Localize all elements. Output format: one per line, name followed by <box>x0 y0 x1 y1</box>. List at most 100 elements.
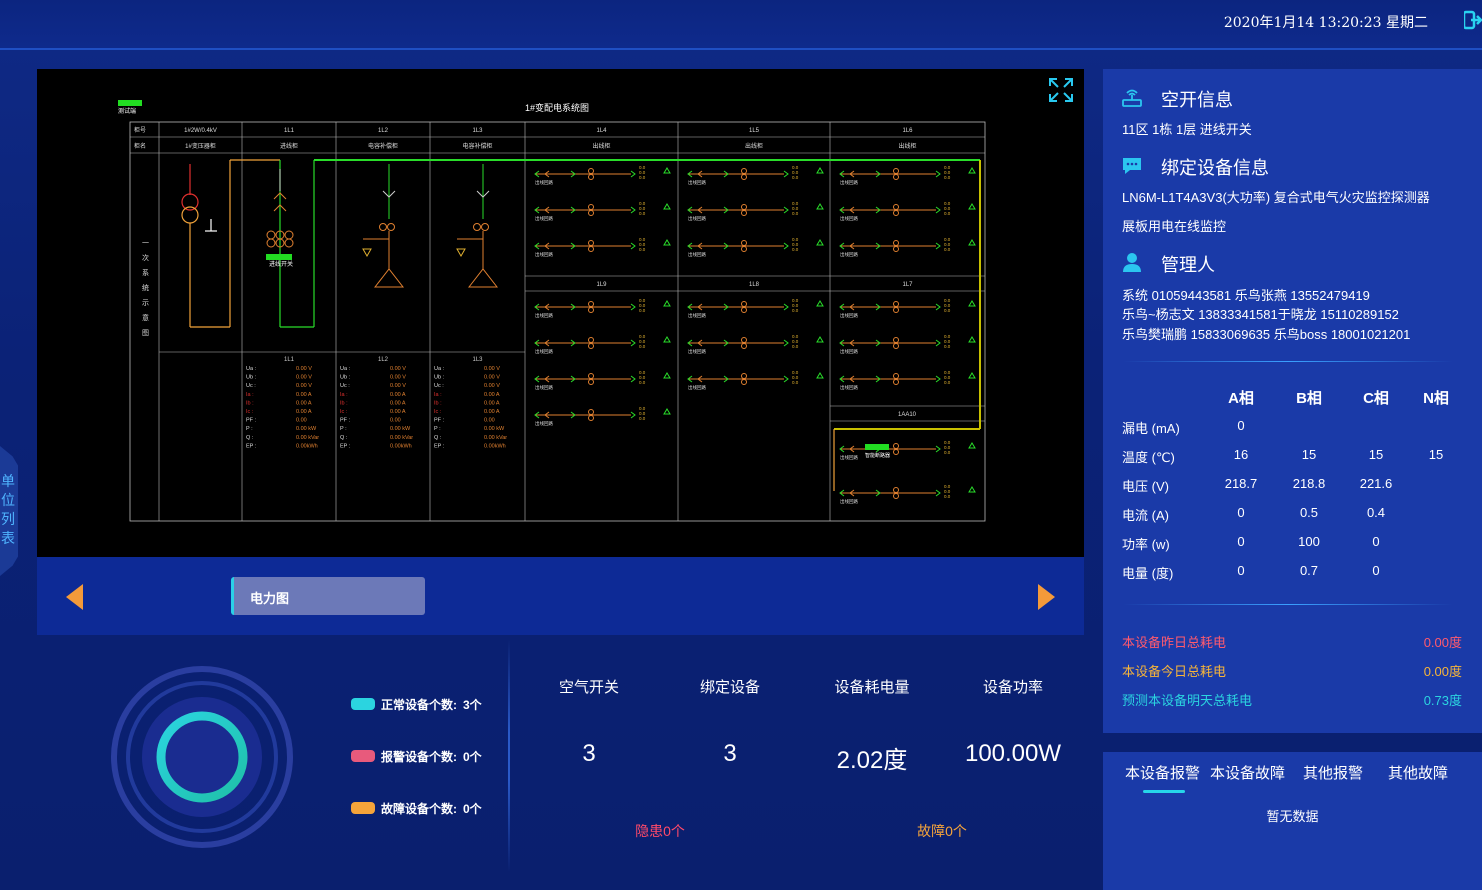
lower-column-number: 1L7 <box>902 282 913 288</box>
phase-cell: 218.7 <box>1224 476 1258 491</box>
legend-label: 故障设备个数: <box>381 801 457 816</box>
phase-cell: 0.7 <box>1299 563 1319 578</box>
column-number: 1L5 <box>749 128 760 134</box>
meter-title: 1L1 <box>284 357 295 363</box>
device-description: 展板用电在线监控 <box>1122 219 1227 234</box>
feeder-circuit: 出线回路0.00.00.0 <box>839 334 976 355</box>
tab-other-fault[interactable]: 其他故障 <box>1388 762 1448 783</box>
meter-row-value: 0.00 A <box>484 392 500 398</box>
feeder-label: 出线回路 <box>840 251 858 258</box>
feeder-label: 出线回路 <box>688 312 706 319</box>
feeder-label: 出线回路 <box>535 420 553 427</box>
unit-list-tab[interactable]: 单位列表 <box>0 446 18 576</box>
feeder-circuit: 出线回路0.00.00.0 <box>687 201 824 222</box>
phase-b-header: B相 <box>1296 390 1322 407</box>
meter-row-label: Ic : <box>340 409 348 415</box>
meter-row-label: Q : <box>434 435 442 441</box>
stat-value: 3 <box>723 740 737 767</box>
power-diagram-panel: 测试端 1#变配电系统图 柜号 柜名 一次系统示意图 1#2W/0.4kV 1#变… <box>37 69 1084 557</box>
meter-row-label: Ib : <box>434 400 442 406</box>
feeder-circuit: 出线回路0.00.00.0 <box>534 406 671 427</box>
logout-icon[interactable] <box>1464 10 1482 30</box>
column-name: 出线柜 <box>898 142 916 150</box>
stat-label: 设备耗电量 <box>834 679 910 696</box>
feeder-value: 0.0 <box>944 344 951 349</box>
phase-cell: 15 <box>1301 447 1317 462</box>
meter-row-label: EP : <box>434 443 445 449</box>
feeder-circuit: 出线回路0.00.00.0 <box>534 165 671 186</box>
meter-row-label: Ua : <box>340 366 351 372</box>
feeder-label: 出线回路 <box>840 215 858 222</box>
phase-cell: 15 <box>1428 447 1444 462</box>
tab-power-diagram[interactable]: 电力图 <box>231 577 425 615</box>
chat-icon <box>1123 158 1141 174</box>
column-number: 1L6 <box>902 128 913 134</box>
meter-row-label: PF : <box>246 418 257 424</box>
feeder-circuit: 出线回路0.00.00.0 <box>839 440 976 461</box>
test-badge-label: 测试端 <box>118 107 136 115</box>
feeder-value: 0.0 <box>944 494 951 499</box>
feeder-value: 0.0 <box>639 344 646 349</box>
lower-column-number: 1L9 <box>596 282 607 288</box>
prev-arrow-icon[interactable] <box>66 584 83 610</box>
column-number: 1L2 <box>378 128 389 134</box>
meter-row-value: 0.00 A <box>296 392 312 398</box>
phase-row-label: 功率 (w) <box>1122 537 1170 552</box>
feeder-value: 0.0 <box>639 416 646 421</box>
meter-row-value: 0.00 A <box>390 409 406 415</box>
feeder-label: 出线回路 <box>840 179 858 186</box>
feeder-circuit: 出线回路0.00.00.0 <box>687 370 824 391</box>
meter-title: 1L3 <box>472 357 483 363</box>
meter-row-value: 0.00 A <box>390 400 406 406</box>
phase-cell: 16 <box>1233 447 1249 462</box>
phase-cell: 0 <box>1237 505 1245 520</box>
column-name: 出线柜 <box>745 142 763 150</box>
legend-swatch <box>351 750 375 762</box>
fullscreen-icon[interactable] <box>1048 77 1074 103</box>
column-name: 电容补偿柜 <box>368 142 398 150</box>
phase-row-label: 温度 (℃) <box>1122 450 1175 465</box>
energy-label: 预测本设备明天总耗电 <box>1122 693 1253 708</box>
meter-row-label: Q : <box>246 435 254 441</box>
column-number: 1L4 <box>596 128 607 134</box>
next-arrow-icon[interactable] <box>1038 584 1055 610</box>
tab-device-fault[interactable]: 本设备故障 <box>1210 762 1285 783</box>
meter-title: 1L2 <box>378 357 389 363</box>
manager-title: 管理人 <box>1161 255 1215 275</box>
meter-row-label: Ua : <box>246 366 257 372</box>
energy-value: 0.73度 <box>1423 693 1462 708</box>
stat-value: 2.02度 <box>836 747 908 774</box>
meter-row-value: 0.00 V <box>296 366 312 372</box>
phase-row-label: 电压 (V) <box>1122 479 1169 494</box>
row-label-name: 柜名 <box>134 142 146 150</box>
column-name: 进线柜 <box>280 142 298 150</box>
feeder-value: 0.0 <box>792 175 799 180</box>
meter-row-label: Ia : <box>340 392 348 398</box>
legend-swatch <box>351 802 375 814</box>
tab-other-alarm[interactable]: 其他报警 <box>1303 762 1363 783</box>
phase-cell: 0 <box>1372 563 1380 578</box>
meter-row-value: 0.00 A <box>484 400 500 406</box>
capacitor-symbol <box>362 164 405 288</box>
meter-row-label: Uc : <box>434 383 444 389</box>
active-tab-indicator <box>1143 790 1185 793</box>
vertical-label: 一次系统示意图 <box>142 239 150 344</box>
meter-row-value: 0.00 A <box>296 409 312 415</box>
legend-row: 正常设备个数: 3个 <box>351 696 482 712</box>
feeder-label: 出线回路 <box>688 179 706 186</box>
meter-row-value: 0.00 kVar <box>296 435 319 441</box>
router-icon <box>1122 89 1142 107</box>
meter-row-value: 0.00 V <box>484 375 500 381</box>
switch-location: 11区 1栋 1层 进线开关 <box>1122 122 1252 137</box>
energy-value: 0.00度 <box>1423 664 1462 679</box>
tab-device-alarm[interactable]: 本设备报警 <box>1125 762 1200 783</box>
phase-n-header: N相 <box>1423 390 1449 407</box>
feeder-label: 出线回路 <box>840 384 858 391</box>
energy-label: 本设备昨日总耗电 <box>1122 635 1227 650</box>
feeder-circuit: 出线回路0.00.00.0 <box>839 370 976 391</box>
meter-row-value: 0.00 V <box>296 375 312 381</box>
legend-label: 正常设备个数: <box>381 697 457 712</box>
switch-badge-bar <box>266 254 292 260</box>
feeder-value: 0.0 <box>944 380 951 385</box>
meter-row-label: Ia : <box>434 392 442 398</box>
